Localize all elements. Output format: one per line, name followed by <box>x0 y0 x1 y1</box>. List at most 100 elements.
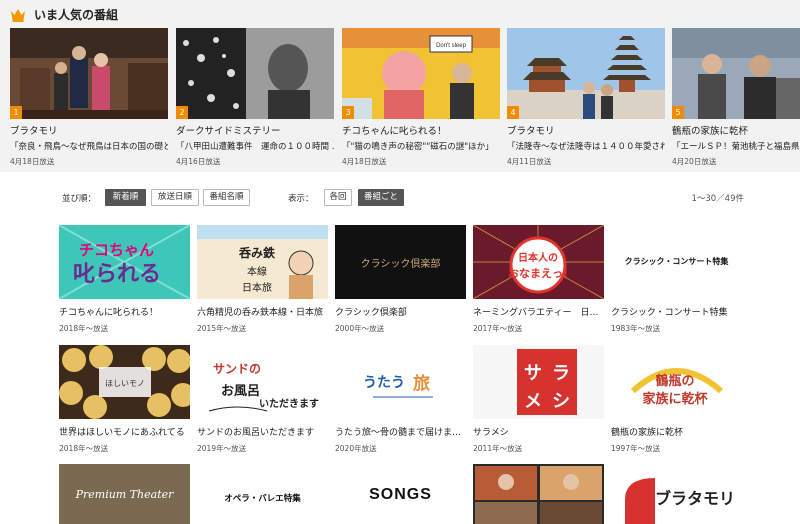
program-title[interactable]: 六角精児の呑み鉄本線・日本旅 <box>197 305 328 318</box>
svg-text:サ: サ <box>524 363 542 384</box>
program-thumbnail[interactable]: SONGS <box>335 464 466 524</box>
sort-newest-button[interactable]: 新着順 <box>105 189 146 206</box>
svg-text:Don't sleep: Don't sleep <box>436 43 466 49</box>
ranking-thumbnail[interactable]: 4 <box>507 28 665 119</box>
ranking-date: 4月16日放送 <box>176 157 221 166</box>
program-title[interactable]: ネーミングバラエティー 日… <box>473 305 604 318</box>
program-card[interactable]: チコちゃん 叱られる チコちゃんに叱られる！ 2018年～放送 <box>59 225 190 334</box>
thumbnail-image: Don't sleep <box>342 28 500 119</box>
program-title[interactable]: 世界はほしいモノにあふれてる <box>59 425 190 438</box>
svg-text:サンドの: サンドの <box>213 362 261 376</box>
program-art: 日本人の おなまえっ! <box>473 225 604 299</box>
ranking-description[interactable]: 「八甲田山遭難事件 運命の１００時間 … <box>176 140 334 152</box>
program-title[interactable]: サラメシ <box>473 425 604 438</box>
program-card[interactable]: サ ラ メ シ サラメシ 2011年～放送 <box>473 345 604 454</box>
ranking-description[interactable]: 「"猫の鳴き声の秘密""磁石の謎"ほか」 <box>342 140 500 152</box>
ranking-date: 4月20日放送 <box>672 157 717 166</box>
program-thumbnail[interactable]: クラシック・コンサート特集 <box>611 225 742 299</box>
program-art: チコちゃん 叱られる <box>59 225 190 299</box>
rank-badge: 2 <box>176 106 188 119</box>
ranking-description[interactable]: 「法隆寺～なぜ法隆寺は１４００年愛され… <box>507 140 665 152</box>
svg-text:ブラタモリ: ブラタモリ <box>655 489 735 508</box>
sort-name-button[interactable]: 番組名順 <box>203 189 250 206</box>
program-art: うたう 旅 <box>335 345 466 419</box>
program-title[interactable]: クラシック倶楽部 <box>335 305 466 318</box>
program-card[interactable]: サンドの お風呂 いただきます サンドのお風呂いただきます 2019年～放送 <box>197 345 328 454</box>
ranking-card-4[interactable]: 4 ブラタモリ 「法隆寺～なぜ法隆寺は１４００年愛され… 4月11日放送 <box>507 28 665 167</box>
program-art-text: SONGS <box>369 486 432 503</box>
ranking-thumbnail[interactable]: 1 <box>10 28 168 119</box>
ranking-card-2[interactable]: 2 ダークサイドミステリー 「八甲田山遭難事件 運命の１００時間 … 4月16日… <box>176 28 334 167</box>
program-card[interactable]: 鶴瓶の 家族に乾杯 鶴瓶の家族に乾杯 1997年～放送 <box>611 345 742 454</box>
program-thumbnail[interactable]: サンドの お風呂 いただきます <box>197 345 328 419</box>
program-thumbnail[interactable]: 日本人の おなまえっ! <box>473 225 604 299</box>
rank-badge: 4 <box>507 106 519 119</box>
program-card[interactable]: クラシック倶楽部 クラシック倶楽部 2000年～放送 <box>335 225 466 334</box>
program-card[interactable]: オペラ・バレエ特集 <box>197 464 328 524</box>
program-title[interactable]: サンドのお風呂いただきます <box>197 425 328 438</box>
program-card[interactable]: 日本人の おなまえっ! ネーミングバラエティー 日… 2017年～放送 <box>473 225 604 334</box>
program-thumbnail[interactable]: チコちゃん 叱られる <box>59 225 190 299</box>
thumbnail-image <box>176 28 334 119</box>
ranking-card-1[interactable]: 1 ブラタモリ 「奈良・飛鳥～なぜ飛鳥は日本の国の礎と… 4月18日放送 <box>10 28 168 167</box>
program-card[interactable]: ブラタモリ <box>611 464 742 524</box>
program-card[interactable]: 呑み鉄 本線 日本旅 六角精児の呑み鉄本線・日本旅 2015年～放送 <box>197 225 328 334</box>
program-art-text: オペラ・バレエ特集 <box>224 494 301 504</box>
rank-badge: 3 <box>342 106 354 119</box>
program-thumbnail[interactable] <box>473 464 604 524</box>
popular-header: いま人気の番組 <box>10 6 118 23</box>
ranking-title[interactable]: ブラタモリ <box>10 123 168 137</box>
ranking-thumbnail[interactable]: Don't sleep 3 <box>342 28 500 119</box>
ranking-description[interactable]: 「エールＳＰ！菊池桃子と福島県… <box>672 140 800 152</box>
program-card[interactable]: Premium Theater <box>59 464 190 524</box>
program-thumbnail[interactable]: ほしいモノ <box>59 345 190 419</box>
ranking-title[interactable]: ブラタモリ <box>507 123 665 137</box>
program-thumbnail[interactable]: オペラ・バレエ特集 <box>197 464 328 524</box>
view-program-button[interactable]: 番組ごと <box>358 189 404 206</box>
program-card[interactable] <box>473 464 604 524</box>
program-thumbnail[interactable]: Premium Theater <box>59 464 190 524</box>
program-year: 2000年～放送 <box>335 324 385 333</box>
program-title[interactable]: チコちゃんに叱られる！ <box>59 305 190 318</box>
ranking-thumbnail[interactable]: 2 <box>176 28 334 119</box>
ranking-title[interactable]: ダークサイドミステリー <box>176 123 334 137</box>
ranking-description[interactable]: 「奈良・飛鳥～なぜ飛鳥は日本の国の礎と… <box>10 140 168 152</box>
program-thumbnail[interactable]: 鶴瓶の 家族に乾杯 <box>611 345 742 419</box>
popular-section: いま人気の番組 1 ブラタモリ 「奈良・飛鳥～なぜ飛鳥は日本の国の礎と… 4月1… <box>0 0 800 172</box>
crown-icon <box>11 8 25 22</box>
view-episode-button[interactable]: 各回 <box>324 189 352 206</box>
program-art <box>473 464 604 524</box>
thumbnail-image <box>10 28 168 119</box>
program-art: ほしいモノ <box>59 345 190 419</box>
svg-text:呑み鉄: 呑み鉄 <box>238 245 275 260</box>
program-card[interactable]: ほしいモノ 世界はほしいモノにあふれてる 2018年～放送 <box>59 345 190 454</box>
program-year: 2020年放送 <box>335 444 377 453</box>
program-thumbnail[interactable]: ブラタモリ <box>611 464 742 524</box>
program-title[interactable]: クラシック・コンサート特集 <box>611 305 742 318</box>
program-thumbnail[interactable]: 呑み鉄 本線 日本旅 <box>197 225 328 299</box>
svg-text:ラ: ラ <box>552 363 570 384</box>
program-card[interactable]: クラシック・コンサート特集 クラシック・コンサート特集 1983年～放送 <box>611 225 742 334</box>
program-title[interactable]: うたう旅～骨の髄まで届けま… <box>335 425 466 438</box>
program-year: 2017年～放送 <box>473 324 523 333</box>
program-card[interactable]: うたう 旅 うたう旅～骨の髄まで届けま… 2020年放送 <box>335 345 466 454</box>
program-thumbnail[interactable]: クラシック倶楽部 <box>335 225 466 299</box>
ranking-title[interactable]: チコちゃんに叱られる！ <box>342 123 500 137</box>
svg-text:ほしいモノ: ほしいモノ <box>105 379 145 388</box>
program-card[interactable]: SONGS <box>335 464 466 524</box>
program-thumbnail[interactable]: うたう 旅 <box>335 345 466 419</box>
svg-text:おなまえっ!: おなまえっ! <box>508 267 568 280</box>
ranking-card-5[interactable]: 5 鶴瓶の家族に乾杯 「エールＳＰ！菊池桃子と福島県… 4月20日放送 <box>672 28 800 167</box>
ranking-card-3[interactable]: Don't sleep 3 チコちゃんに叱られる！ 「"猫の鳴き声の秘密""磁石… <box>342 28 500 167</box>
svg-text:家族に乾杯: 家族に乾杯 <box>642 391 708 407</box>
program-art-text: Premium Theater <box>75 488 174 501</box>
ranking-thumbnail[interactable]: 5 <box>672 28 800 119</box>
svg-text:日本人の: 日本人の <box>518 251 558 264</box>
ranking-title[interactable]: 鶴瓶の家族に乾杯 <box>672 123 800 137</box>
program-thumbnail[interactable]: サ ラ メ シ <box>473 345 604 419</box>
ranking-date: 4月18日放送 <box>342 157 387 166</box>
program-art-text: クラシック倶楽部 <box>360 259 441 270</box>
program-title[interactable]: 鶴瓶の家族に乾杯 <box>611 425 742 438</box>
sort-date-button[interactable]: 放送日順 <box>151 189 199 206</box>
popular-title: いま人気の番組 <box>34 8 119 22</box>
